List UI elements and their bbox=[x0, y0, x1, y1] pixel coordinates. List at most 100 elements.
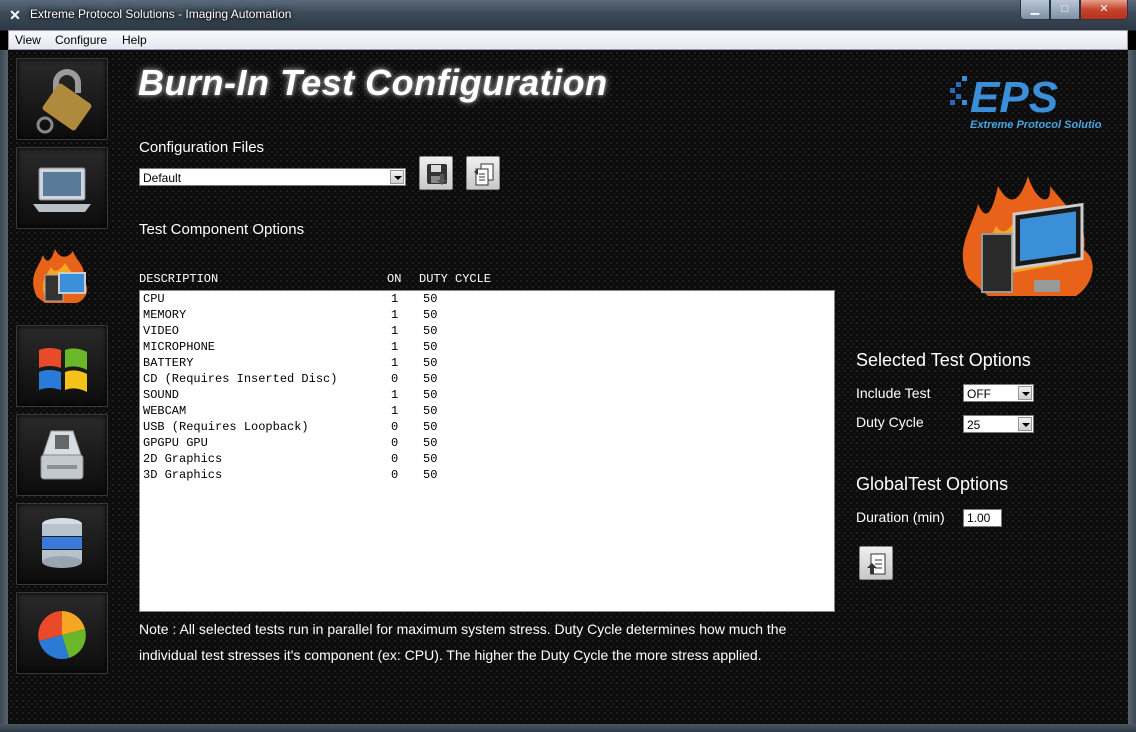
apply-config-button[interactable] bbox=[859, 546, 893, 580]
eps-logo: EPS Extreme Protocol Solutions bbox=[950, 73, 1102, 131]
list-item[interactable]: MICROPHONE 1 50 bbox=[143, 340, 823, 356]
test-on: 1 bbox=[391, 292, 399, 306]
test-duty: 50 bbox=[423, 340, 438, 354]
duty-cycle-dropdown[interactable]: 25 bbox=[963, 415, 1034, 433]
duty-cycle-value: 25 bbox=[967, 418, 981, 432]
hard-drive-icon bbox=[40, 430, 84, 480]
test-duty: 50 bbox=[423, 372, 438, 386]
minimize-button[interactable]: ▁ bbox=[1020, 0, 1050, 20]
list-item[interactable]: 2D Graphics 0 50 bbox=[143, 452, 823, 468]
selected-test-options-heading: Selected Test Options bbox=[856, 350, 1031, 370]
list-item[interactable]: 3D Graphics 0 50 bbox=[143, 468, 823, 484]
maximize-button[interactable]: □ bbox=[1050, 0, 1080, 20]
test-description: SOUND bbox=[143, 388, 180, 402]
include-test-dropdown[interactable]: OFF bbox=[963, 384, 1034, 402]
nav-report-button[interactable] bbox=[16, 592, 108, 674]
nav-burn-in-button[interactable] bbox=[16, 236, 108, 318]
test-on: 0 bbox=[391, 372, 399, 386]
include-test-value: OFF bbox=[967, 387, 991, 401]
windows-logo-icon bbox=[39, 348, 87, 392]
list-item[interactable]: MEMORY 1 50 bbox=[143, 308, 823, 324]
column-description: DESCRIPTION bbox=[139, 272, 219, 286]
logo-letters: EPS bbox=[970, 73, 1058, 122]
test-duty: 50 bbox=[423, 356, 438, 370]
logo-tagline: Extreme Protocol Solutions bbox=[970, 119, 1102, 131]
duty-cycle-label: Duty Cycle bbox=[856, 414, 924, 430]
database-icon bbox=[42, 518, 82, 568]
test-description: VIDEO bbox=[143, 324, 180, 338]
test-duty: 50 bbox=[423, 292, 438, 306]
test-duty: 50 bbox=[423, 436, 438, 450]
list-item[interactable]: BATTERY 1 50 bbox=[143, 356, 823, 372]
column-duty-cycle: DUTY CYCLE bbox=[419, 272, 492, 286]
test-description: BATTERY bbox=[143, 356, 194, 370]
window-frame-right bbox=[1128, 50, 1136, 732]
test-duty: 50 bbox=[423, 452, 438, 466]
test-description: MICROPHONE bbox=[143, 340, 216, 354]
menu-configure[interactable]: Configure bbox=[55, 33, 107, 47]
main-panel: Burn-In Test Configuration EPS Extreme P… bbox=[8, 50, 1128, 724]
lock-icon bbox=[36, 69, 92, 134]
window-title: Extreme Protocol Solutions - Imaging Aut… bbox=[30, 7, 292, 21]
nav-security-button[interactable] bbox=[16, 58, 108, 140]
test-description: CD (Requires Inserted Disc) bbox=[143, 372, 338, 386]
laptop-icon bbox=[33, 167, 91, 212]
menu-view[interactable]: View bbox=[15, 33, 41, 47]
test-on: 1 bbox=[391, 324, 399, 338]
column-on: ON bbox=[387, 272, 402, 286]
list-item[interactable]: WEBCAM 1 50 bbox=[143, 404, 823, 420]
test-description: MEMORY bbox=[143, 308, 187, 322]
list-item[interactable]: USB (Requires Loopback) 0 50 bbox=[143, 420, 823, 436]
test-on: 0 bbox=[391, 420, 399, 434]
list-item[interactable]: CD (Requires Inserted Disc) 0 50 bbox=[143, 372, 823, 388]
test-description: USB (Requires Loopback) bbox=[143, 420, 309, 434]
title-bar: ✕ Extreme Protocol Solutions - Imaging A… bbox=[0, 0, 1136, 31]
test-duty: 50 bbox=[423, 308, 438, 322]
list-item[interactable]: VIDEO 1 50 bbox=[143, 324, 823, 340]
list-item[interactable]: CPU 1 50 bbox=[143, 292, 823, 308]
test-duty: 50 bbox=[423, 404, 438, 418]
test-component-options-label: Test Component Options bbox=[139, 221, 305, 238]
test-on: 1 bbox=[391, 404, 399, 418]
test-component-list[interactable]: CPU 1 50 MEMORY 1 50 VIDEO 1 50 MICROPHONE 1 50 … bbox=[139, 290, 835, 612]
config-file-dropdown[interactable]: Default bbox=[139, 168, 406, 186]
chevron-down-icon[interactable] bbox=[390, 170, 404, 184]
nav-windows-button[interactable] bbox=[16, 325, 108, 407]
include-test-label: Include Test bbox=[856, 385, 931, 401]
test-on: 0 bbox=[391, 452, 399, 466]
menu-help[interactable]: Help bbox=[122, 33, 147, 47]
test-duty: 50 bbox=[423, 468, 438, 482]
test-description: GPGPU GPU bbox=[143, 436, 208, 450]
test-description: 2D Graphics bbox=[143, 452, 223, 466]
duration-label: Duration (min) bbox=[856, 509, 945, 525]
close-button[interactable]: ✕ bbox=[1080, 0, 1128, 20]
list-item[interactable]: SOUND 1 50 bbox=[143, 388, 823, 404]
test-on: 0 bbox=[391, 468, 399, 482]
test-on: 1 bbox=[391, 356, 399, 370]
burn-in-illustration-icon bbox=[962, 176, 1093, 296]
test-duty: 50 bbox=[423, 420, 438, 434]
chevron-down-icon[interactable] bbox=[1018, 386, 1032, 400]
test-duty: 50 bbox=[423, 388, 438, 402]
test-on: 1 bbox=[391, 388, 399, 402]
test-description: WEBCAM bbox=[143, 404, 187, 418]
test-on: 1 bbox=[391, 308, 399, 322]
nav-database-button[interactable] bbox=[16, 503, 108, 585]
copy-config-icon bbox=[474, 163, 494, 186]
global-test-options-heading: GlobalTest Options bbox=[856, 474, 1009, 494]
list-item[interactable]: GPGPU GPU 0 50 bbox=[143, 436, 823, 452]
nav-drive-button[interactable] bbox=[16, 414, 108, 496]
test-description: 3D Graphics bbox=[143, 468, 223, 482]
save-config-button[interactable] bbox=[419, 156, 453, 190]
copy-config-button[interactable] bbox=[466, 156, 500, 190]
test-on: 0 bbox=[391, 436, 399, 450]
burn-in-icon bbox=[33, 249, 88, 303]
window-frame-bottom bbox=[0, 724, 1136, 732]
duration-input[interactable]: 1.00 bbox=[963, 509, 1002, 527]
test-duty: 50 bbox=[423, 324, 438, 338]
pie-chart-icon bbox=[38, 611, 86, 659]
nav-laptop-button[interactable] bbox=[16, 147, 108, 229]
chevron-down-icon[interactable] bbox=[1018, 417, 1032, 431]
upload-config-icon bbox=[867, 553, 886, 575]
menu-bar: View Configure Help bbox=[8, 30, 1128, 50]
